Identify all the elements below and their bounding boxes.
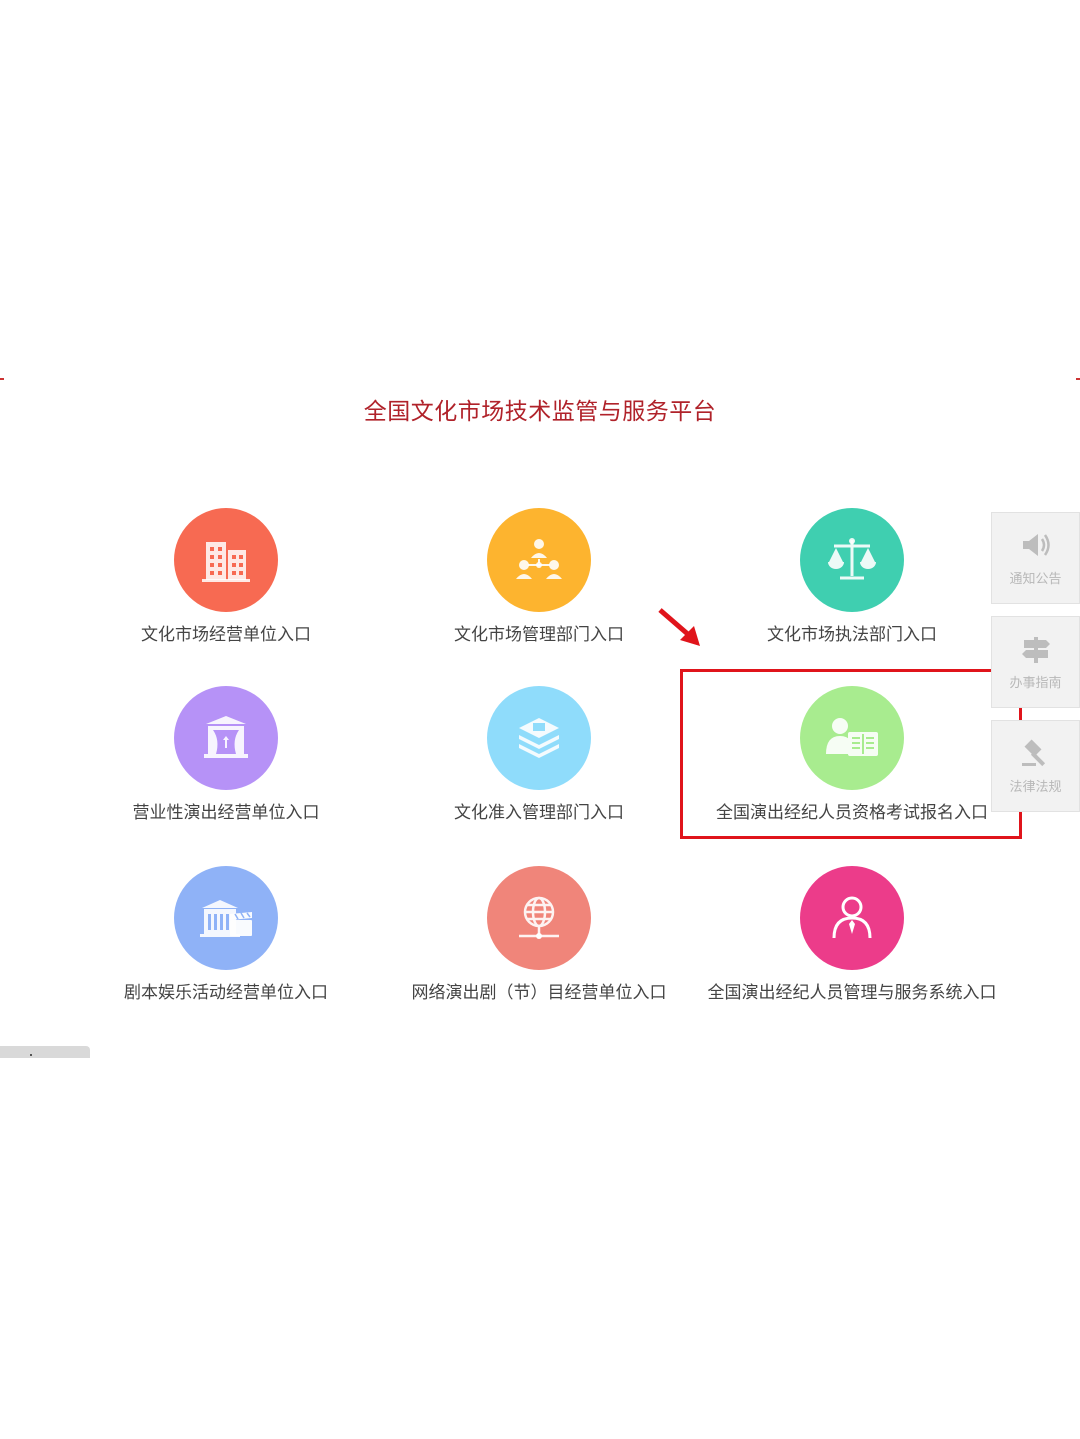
entry-label: 全国演出经纪人员管理与服务系统入口 [707,983,997,1002]
org-chart-icon [516,539,562,579]
gavel-icon [1021,739,1045,767]
speaker-icon [1022,534,1050,556]
side-tab-notices[interactable]: 通知公告 [991,512,1080,604]
entry-circle [800,508,904,612]
entry-circle [487,686,591,790]
theater-stage-icon [204,716,248,758]
building-clapper-icon [200,900,252,937]
corner-mark-right [1076,378,1080,384]
side-tab-laws[interactable]: 法律法规 [991,720,1080,812]
side-tab-guide[interactable]: 办事指南 [991,616,1080,708]
highlight-box [680,669,1022,839]
entry-circle [487,508,591,612]
entry-circle [487,866,591,970]
page-title: 全国文化市场技术监管与服务平台 [363,398,717,424]
entry-circle [800,866,904,970]
side-tab-label: 法律法规 [1009,779,1062,794]
entry-label: 文化市场经营单位入口 [141,625,311,644]
layers-icon [519,718,559,758]
entry-label: 营业性演出经营单位入口 [132,803,320,822]
building-icon [202,542,250,582]
entry-business-unit[interactable]: 文化市场经营单位入口 [70,508,382,645]
entry-circle [174,508,278,612]
globe-network-icon [519,896,559,939]
entry-label: 剧本娱乐活动经营单位入口 [124,983,328,1002]
annotation-arrow-icon [658,608,700,646]
entry-circle [174,686,278,790]
entry-script-entertainment[interactable]: 剧本娱乐活动经营单位入口 [70,866,382,1003]
entry-access-department[interactable]: 文化准入管理部门入口 [383,686,695,823]
entry-performance-unit[interactable]: 营业性演出经营单位入口 [70,686,382,823]
entry-label: 文化市场管理部门入口 [454,625,624,644]
signpost-icon [1021,637,1050,663]
entry-agent-management[interactable]: 全国演出经纪人员管理与服务系统入口 [696,866,1008,1003]
entry-label: 文化市场执法部门入口 [767,625,937,644]
entry-online-performance[interactable]: 网络演出剧（节）目经营单位入口 [383,866,695,1003]
agent-person-icon [832,896,872,939]
entry-label: 文化准入管理部门入口 [454,803,624,822]
scales-icon [828,538,876,580]
side-tabs: 通知公告 办事指南 法律法规 [991,512,1080,824]
entry-label: 网络演出剧（节）目经营单位入口 [411,983,667,1002]
bottom-left-tab[interactable] [0,1046,90,1058]
entry-law-enforcement[interactable]: 文化市场执法部门入口 [696,508,1008,645]
corner-mark-left [0,378,4,384]
entry-admin-department[interactable]: 文化市场管理部门入口 [383,508,695,645]
page: 全国文化市场技术监管与服务平台 文化市场经营单位入口 文化市场管理部门入口 文化… [0,0,1080,1439]
side-tab-label: 办事指南 [1009,675,1062,690]
side-tab-label: 通知公告 [1009,571,1062,586]
tab-dot [30,1054,32,1056]
entry-circle [174,866,278,970]
